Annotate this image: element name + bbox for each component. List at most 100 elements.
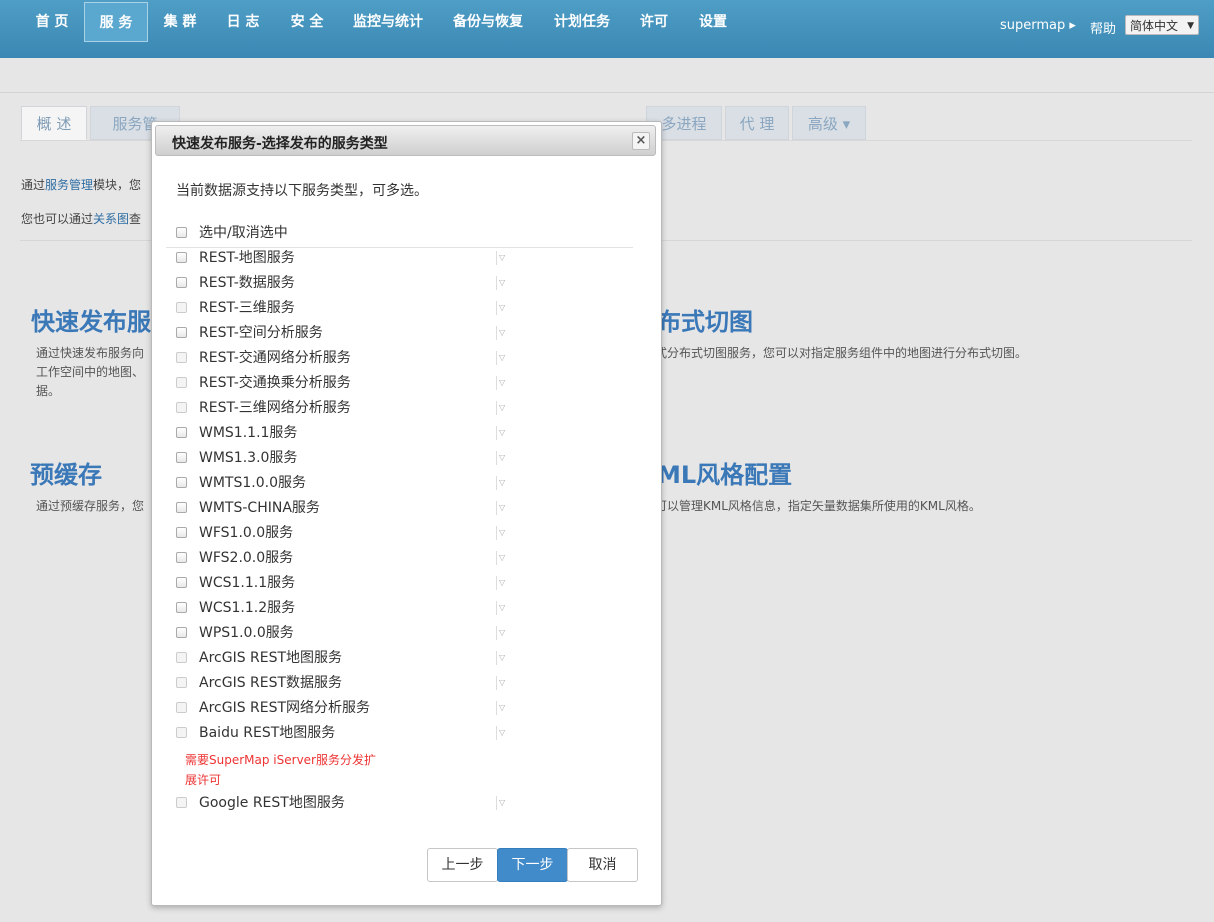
chevron-down-icon[interactable]: ▽	[496, 796, 510, 810]
service-label: Baidu REST地图服务	[199, 725, 336, 741]
service-checkbox[interactable]	[176, 252, 187, 263]
user-name: supermap ▸	[1000, 18, 1076, 33]
service-label: WMTS-CHINA服务	[199, 500, 320, 516]
chevron-down-icon[interactable]: ▽	[496, 326, 510, 340]
chevron-down-icon[interactable]: ▽	[496, 601, 510, 615]
nav-backup[interactable]: 备份与恢复	[444, 0, 532, 42]
next-button[interactable]: 下一步	[497, 848, 568, 882]
nav-cluster[interactable]: 集 群	[152, 0, 208, 42]
service-checkbox[interactable]	[176, 502, 187, 513]
service-checkbox[interactable]	[176, 427, 187, 438]
chevron-down-icon[interactable]: ▽	[496, 376, 510, 390]
service-checkbox[interactable]	[176, 477, 187, 488]
service-checkbox[interactable]	[176, 627, 187, 638]
prev-button[interactable]: 上一步	[427, 848, 498, 882]
service-label: WMTS1.0.0服务	[199, 475, 306, 491]
tab-overview[interactable]: 概 述	[21, 106, 87, 140]
top-navbar: 首 页 服 务 集 群 日 志 安 全 监控与统计 备份与恢复 计划任务 许可 …	[0, 0, 1214, 58]
desc-line: 通过快速发布服务向	[36, 346, 145, 360]
select-all-label: 选中/取消选中	[199, 225, 288, 241]
service-checkbox[interactable]	[176, 652, 187, 663]
service-checkbox[interactable]	[176, 302, 187, 313]
service-label: ArcGIS REST地图服务	[199, 650, 343, 666]
service-label: REST-交通换乘分析服务	[199, 375, 351, 391]
precache-desc: 通过预缓存服务，您	[36, 499, 145, 513]
service-checkbox[interactable]	[176, 452, 187, 463]
service-label: Google REST地图服务	[199, 795, 345, 811]
chevron-down-icon[interactable]: ▽	[496, 626, 510, 640]
service-label: WPS1.0.0服务	[199, 625, 294, 641]
chevron-down-icon[interactable]: ▽	[496, 526, 510, 540]
user-menu[interactable]: supermap ▸	[1000, 18, 1076, 33]
intro-text: 模块，您	[93, 178, 142, 192]
service-label: REST-地图服务	[199, 250, 295, 266]
nav-security[interactable]: 安 全	[279, 0, 335, 42]
chevron-down-icon[interactable]: ▽	[496, 451, 510, 465]
select-all-checkbox[interactable]	[176, 227, 187, 238]
chevron-down-icon[interactable]: ▽	[496, 651, 510, 665]
service-label: ArcGIS REST网络分析服务	[199, 700, 371, 716]
tab-proxy[interactable]: 代 理	[725, 106, 789, 140]
dialog-title: 快速发布服务-选择发布的服务类型	[172, 136, 388, 152]
intro-text: 通过	[21, 178, 46, 192]
service-checkbox[interactable]	[176, 552, 187, 563]
chevron-down-icon[interactable]: ▽	[496, 576, 510, 590]
chevron-down-icon: ▼	[1187, 21, 1194, 31]
service-checkbox[interactable]	[176, 402, 187, 413]
tab-advanced[interactable]: 高级 ▾	[792, 106, 866, 140]
service-label: WMS1.3.0服务	[199, 450, 298, 466]
intro-line-1: 通过服务管理模块，您	[21, 176, 141, 193]
quick-publish-title[interactable]: 快速发布服	[31, 302, 151, 337]
service-checkbox[interactable]	[176, 797, 187, 808]
precache-title[interactable]: 预缓存	[30, 455, 102, 490]
nav-monitor[interactable]: 监控与统计	[345, 0, 431, 42]
service-checkbox[interactable]	[176, 377, 187, 388]
nav-schedule[interactable]: 计划任务	[545, 0, 619, 42]
service-checkbox[interactable]	[176, 677, 187, 688]
chevron-down-icon[interactable]: ▽	[496, 476, 510, 490]
service-label: WCS1.1.1服务	[199, 575, 296, 591]
language-select[interactable]: 简体中文 ▼	[1125, 15, 1199, 35]
quick-publish-desc: 通过快速发布服务向 工作空间中的地图、 据。	[36, 344, 144, 401]
service-label: REST-三维网络分析服务	[199, 400, 351, 416]
sub-bar	[0, 58, 1214, 93]
service-checkbox[interactable]	[176, 602, 187, 613]
nav-log[interactable]: 日 志	[215, 0, 271, 42]
service-checkbox[interactable]	[176, 352, 187, 363]
chevron-down-icon[interactable]: ▽	[496, 501, 510, 515]
service-checkbox[interactable]	[176, 577, 187, 588]
chevron-down-icon[interactable]: ▽	[496, 401, 510, 415]
service-manage-link[interactable]: 服务管理	[45, 178, 93, 192]
service-label: REST-三维服务	[199, 300, 295, 316]
service-checkbox[interactable]	[176, 277, 187, 288]
quick-publish-dialog: 快速发布服务-选择发布的服务类型 × 当前数据源支持以下服务类型，可多选。 选中…	[151, 121, 662, 906]
nav-services[interactable]: 服 务	[84, 2, 148, 42]
chevron-down-icon[interactable]: ▽	[496, 351, 510, 365]
help-link[interactable]: 帮助	[1090, 18, 1116, 37]
chevron-down-icon[interactable]: ▽	[496, 251, 510, 265]
nav-settings[interactable]: 设置	[690, 0, 736, 42]
service-checkbox[interactable]	[176, 527, 187, 538]
nav-home[interactable]: 首 页	[24, 0, 80, 42]
chevron-down-icon[interactable]: ▽	[496, 301, 510, 315]
service-checkbox[interactable]	[176, 702, 187, 713]
close-icon[interactable]: ×	[632, 132, 650, 150]
relation-graph-link[interactable]: 关系图	[93, 212, 129, 226]
intro-text: 查	[129, 212, 142, 226]
chevron-down-icon[interactable]: ▽	[496, 276, 510, 290]
chevron-down-icon[interactable]: ▽	[496, 426, 510, 440]
service-label: WCS1.1.2服务	[199, 600, 296, 616]
dist-tile-title[interactable]: 布式切图	[657, 302, 753, 337]
chevron-down-icon[interactable]: ▽	[496, 726, 510, 740]
cancel-button[interactable]: 取消	[567, 848, 638, 882]
service-label: WFS2.0.0服务	[199, 550, 294, 566]
desc-line: 据。	[36, 384, 61, 398]
chevron-down-icon[interactable]: ▽	[496, 676, 510, 690]
kml-title[interactable]: ML风格配置	[657, 455, 792, 490]
nav-license[interactable]: 许可	[632, 0, 676, 42]
chevron-down-icon[interactable]: ▽	[496, 551, 510, 565]
chevron-down-icon[interactable]: ▽	[496, 701, 510, 715]
service-label: ArcGIS REST数据服务	[199, 675, 343, 691]
service-checkbox[interactable]	[176, 727, 187, 738]
service-checkbox[interactable]	[176, 327, 187, 338]
